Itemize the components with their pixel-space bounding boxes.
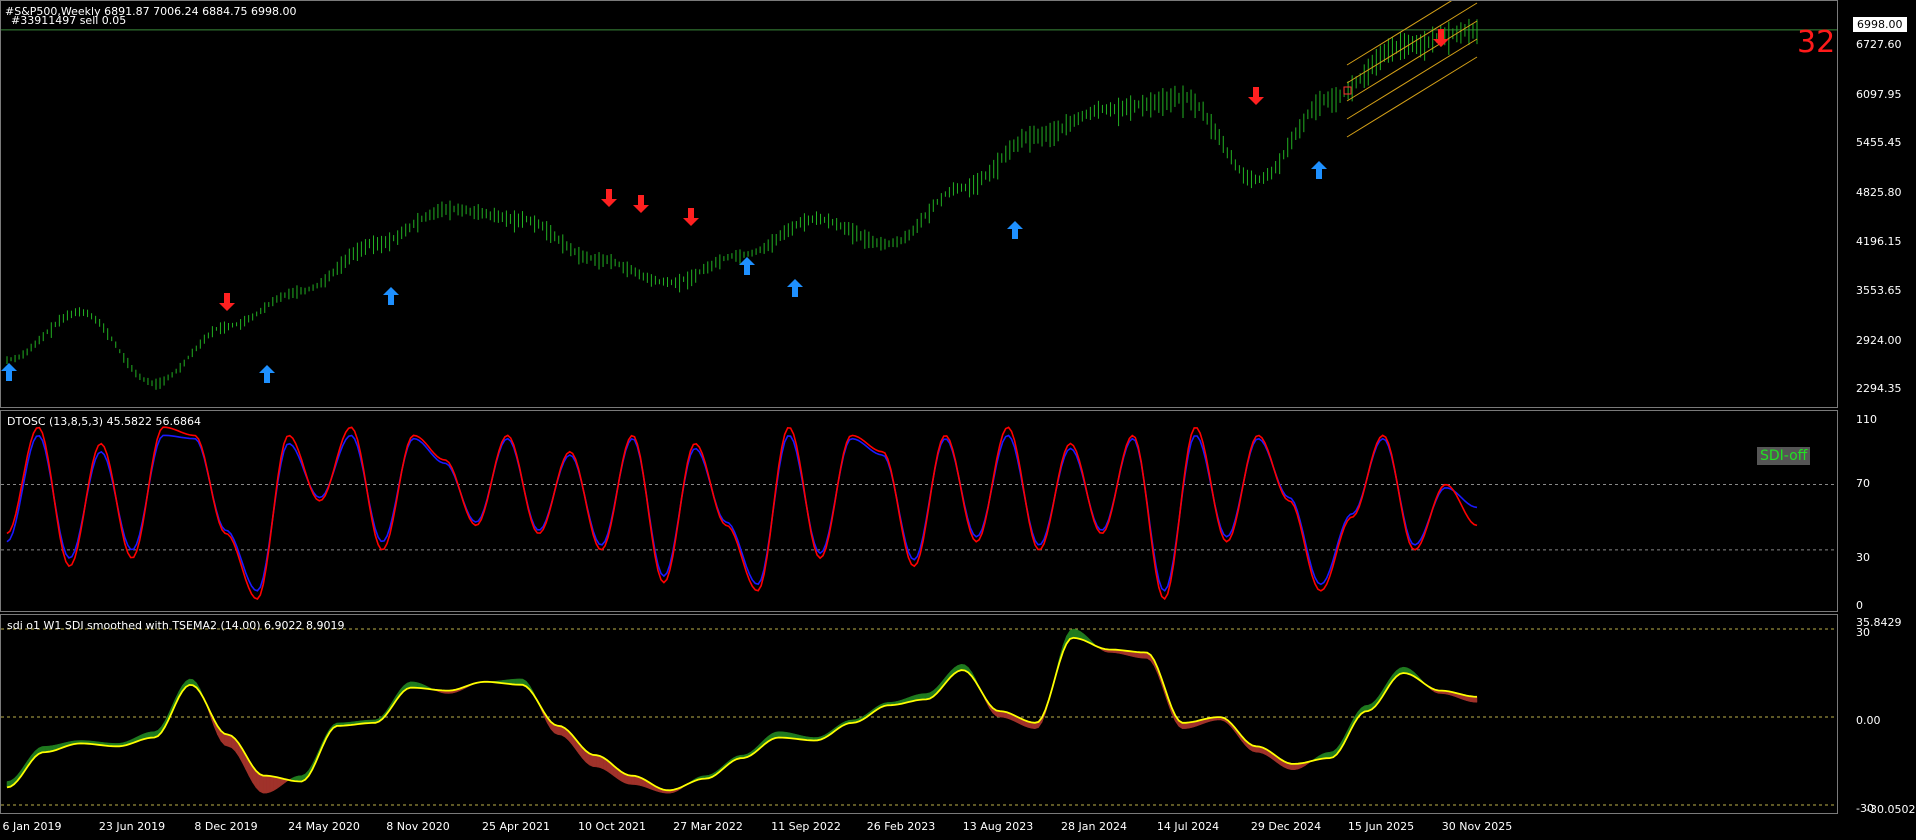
sdi-indicator-pane[interactable]: sdi o1 W1 SDI smoothed with TSEMA2 (14.0… <box>0 614 1838 814</box>
y-label: 4825.80 <box>1856 186 1902 199</box>
osc-slow-line <box>6 434 1478 592</box>
sdi-fill <box>224 733 229 747</box>
sdi-fill <box>227 734 232 749</box>
x-label: 13 Aug 2023 <box>962 820 1034 833</box>
arrow-up-icon <box>1007 221 1023 239</box>
arrow-down-icon <box>683 208 699 226</box>
sdi-fill <box>269 775 274 793</box>
sdi-fill <box>266 775 271 794</box>
arrow-up-icon <box>1311 161 1327 179</box>
y-label: 4196.15 <box>1856 235 1902 248</box>
sdi-fill <box>1073 628 1078 639</box>
sdi-fill <box>557 725 562 736</box>
x-label: 24 May 2020 <box>288 820 360 833</box>
x-label: 11 Sep 2022 <box>771 820 841 833</box>
arrow-down-icon <box>601 189 617 207</box>
y-label: 70 <box>1856 477 1870 490</box>
channel-line <box>1346 56 1478 138</box>
current-price-marker: 6998.00 <box>1853 17 1907 32</box>
sdi-fill <box>596 754 601 768</box>
y-label: 0.00 <box>1856 714 1881 727</box>
arrow-up-icon <box>383 287 399 305</box>
sdi-smoothed-line <box>6 636 1478 792</box>
time-axis[interactable]: 6 Jan 2019 23 Jun 2019 8 Dec 2019 24 May… <box>0 814 1838 840</box>
y-label: 110 <box>1856 413 1877 426</box>
y-label: -30.0502 <box>1866 803 1916 816</box>
arrow-down-icon <box>1248 87 1264 105</box>
channel-line <box>1346 20 1478 102</box>
dtosc-indicator-pane[interactable]: DTOSC (13,8,5,3) 45.5822 56.6864 SDI-off <box>0 410 1838 612</box>
x-label: 8 Dec 2019 <box>194 820 258 833</box>
arrow-down-icon <box>633 195 649 213</box>
y-label: 3553.65 <box>1856 284 1902 297</box>
sdi-canvas[interactable] <box>1 615 1838 814</box>
sdi-fill <box>592 754 597 768</box>
sdi-off-badge: SDI-off <box>1757 447 1811 465</box>
y-label: 2924.00 <box>1856 334 1902 347</box>
sdi-fill <box>631 775 636 785</box>
arrow-up-icon <box>259 365 275 383</box>
counter-label: 32 <box>1797 25 1836 60</box>
x-label: 6 Jan 2019 <box>2 820 62 833</box>
y-label: 5455.45 <box>1856 136 1902 149</box>
x-label: 23 Jun 2019 <box>98 820 166 833</box>
x-label: 8 Nov 2020 <box>386 820 450 833</box>
x-label: 26 Feb 2023 <box>866 820 936 833</box>
price-chart-pane[interactable]: #S&P500,Weekly 6891.87 7006.24 6884.75 6… <box>0 0 1838 408</box>
y-label: 6097.95 <box>1856 88 1902 101</box>
arrow-down-icon <box>219 293 235 311</box>
order-marker-icon <box>1343 86 1352 95</box>
sdi-fill <box>627 774 632 785</box>
arrow-up-icon <box>1 363 17 381</box>
x-label: 29 Dec 2024 <box>1250 820 1322 833</box>
price-scale[interactable]: 6727.60 6097.95 5455.45 4825.80 4196.15 … <box>1840 0 1916 816</box>
sdi-fill <box>259 773 264 794</box>
x-label: 30 Nov 2025 <box>1441 820 1513 833</box>
dtosc-canvas[interactable] <box>1 411 1838 612</box>
x-label: 10 Oct 2021 <box>577 820 647 833</box>
x-label: 14 Jul 2024 <box>1156 820 1220 833</box>
osc-fast-line <box>6 426 1478 601</box>
channel-line <box>1346 2 1478 84</box>
price-chart-canvas[interactable] <box>1 1 1838 408</box>
x-label: 27 Mar 2022 <box>673 820 743 833</box>
sdi-fill <box>262 775 267 794</box>
channel-line <box>1346 38 1478 120</box>
x-label: 28 Jan 2024 <box>1061 820 1127 833</box>
arrow-up-icon <box>739 257 755 275</box>
y-label: 30 <box>1856 626 1870 639</box>
x-label: 15 Jun 2025 <box>1347 820 1415 833</box>
sdi-fill <box>276 776 281 789</box>
sdi-header: sdi o1 W1 SDI smoothed with TSEMA2 (14.0… <box>7 619 345 632</box>
y-label: 2294.35 <box>1856 382 1902 395</box>
dtosc-header: DTOSC (13,8,5,3) 45.5822 56.6864 <box>7 415 202 428</box>
x-label: 25 Apr 2021 <box>481 820 551 833</box>
y-label: 0 <box>1856 599 1863 612</box>
y-label: 30 <box>1856 551 1870 564</box>
arrow-down-icon <box>1433 29 1449 47</box>
arrow-up-icon <box>787 279 803 297</box>
order-line-label: #33911497 sell 0.05 <box>11 14 127 27</box>
sdi-fill <box>273 776 278 792</box>
y-label: 6727.60 <box>1856 38 1902 51</box>
